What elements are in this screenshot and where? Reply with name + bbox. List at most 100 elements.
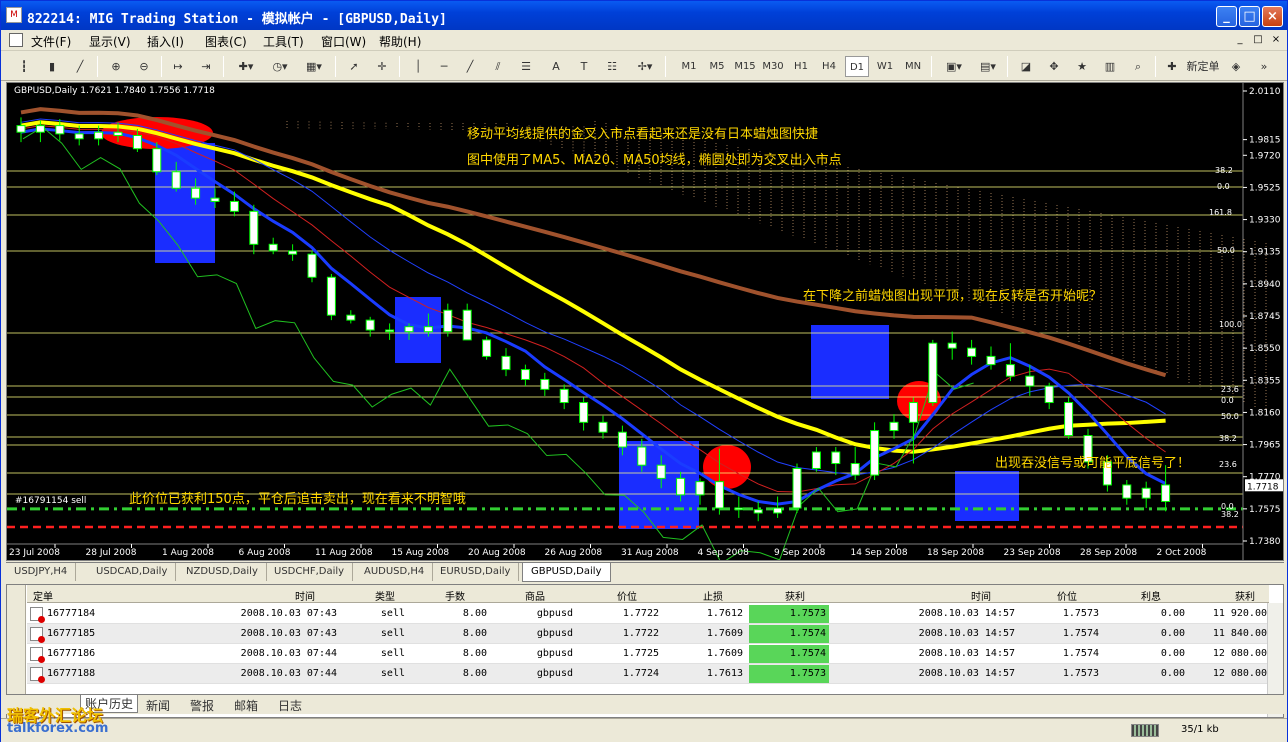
- navigator-icon[interactable]: ✥: [1043, 56, 1065, 77]
- price-chart[interactable]: 2.0110 1.9815 1.9720 1.9525 1.9330 1.9135 1.89…: [6, 82, 1284, 561]
- candle-body: [443, 309, 453, 333]
- chart-tabs: USDJPY,H4 USDCAD,Daily NZDUSD,Daily USDC…: [6, 562, 1284, 582]
- menu-chart[interactable]: 图表(C): [205, 33, 247, 50]
- auto-scroll-icon[interactable]: ↦: [167, 56, 189, 77]
- timeframe-m5[interactable]: M5: [705, 56, 729, 77]
- timeframe-mn[interactable]: MN: [901, 56, 925, 77]
- strategy-tester-icon[interactable]: ⌕: [1127, 56, 1149, 77]
- chart-shift-icon[interactable]: ⇥: [195, 56, 217, 77]
- table-cell: gbpusd: [536, 608, 573, 619]
- col-profit[interactable]: 获利: [1235, 588, 1255, 603]
- mdi-close-icon[interactable]: ×: [1269, 34, 1283, 47]
- col-stop-loss[interactable]: 止损: [703, 588, 723, 603]
- text-tool[interactable]: A: [545, 56, 567, 77]
- new-chart-icon[interactable]: ▣▾: [939, 56, 969, 77]
- favorites-icon[interactable]: ★: [1071, 56, 1093, 77]
- col-close-price[interactable]: 价位: [1057, 588, 1077, 603]
- maximize-button[interactable]: □: [1239, 6, 1260, 27]
- vertical-line-icon[interactable]: │: [407, 56, 429, 77]
- line-chart-icon[interactable]: ╱: [69, 56, 91, 77]
- zoom-out-icon[interactable]: ⊖: [133, 56, 155, 77]
- tab-usdchf[interactable]: USDCHF,Daily: [266, 563, 354, 581]
- table-row[interactable]: 16777184 2008.10.03 07:43 sell 8.00 gbpusd 1.…: [27, 604, 1269, 624]
- table-cell: gbpusd: [536, 648, 573, 659]
- col-order[interactable]: 定单: [33, 588, 53, 603]
- timeframe-m30[interactable]: M30: [761, 56, 785, 77]
- expert-advisors-icon[interactable]: ◈: [1225, 56, 1247, 77]
- equidistant-channel-icon[interactable]: ⫽: [487, 56, 509, 77]
- col-size[interactable]: 手数: [445, 588, 465, 603]
- periods-icon[interactable]: ◷▾: [265, 56, 295, 77]
- fib-timezone-icon[interactable]: ☷: [601, 56, 623, 77]
- col-close-time[interactable]: 时间: [971, 588, 991, 603]
- candle-body: [1005, 364, 1015, 377]
- col-symbol[interactable]: 商品: [525, 588, 545, 603]
- timeframe-h4[interactable]: H4: [817, 56, 841, 77]
- tab-journal[interactable]: 日志: [278, 697, 302, 714]
- fib-label: 100.0: [1219, 320, 1242, 329]
- tab-mailbox[interactable]: 邮箱: [234, 697, 258, 714]
- timeframe-m15[interactable]: M15: [733, 56, 757, 77]
- trendline-icon[interactable]: ╱: [459, 56, 481, 77]
- menu-window[interactable]: 窗口(W): [321, 33, 366, 50]
- table-row[interactable]: 16777185 2008.10.03 07:43 sell 8.00 gbpusd 1.…: [27, 624, 1269, 644]
- market-watch-icon[interactable]: ◪: [1015, 56, 1037, 77]
- toolbar-overflow-icon[interactable]: »: [1253, 56, 1275, 77]
- table-cell: 12 080.00: [1212, 648, 1267, 659]
- tab-nzdusd[interactable]: NZDUSD,Daily: [178, 563, 267, 581]
- menu-tools[interactable]: 工具(T): [263, 33, 304, 50]
- col-open-price[interactable]: 价位: [617, 588, 637, 603]
- timeframe-m1[interactable]: M1: [677, 56, 701, 77]
- col-type[interactable]: 类型: [375, 588, 395, 603]
- new-order-button[interactable]: 新定单: [1185, 56, 1221, 77]
- col-open-time[interactable]: 时间: [295, 588, 315, 603]
- tab-usdcad[interactable]: USDCAD,Daily: [88, 563, 177, 581]
- time-tick-label: 26 Aug 2008: [545, 548, 603, 558]
- fibonacci-icon[interactable]: ☰: [515, 56, 537, 77]
- price-tick-label: 1.8745: [1249, 312, 1281, 322]
- indicators-icon[interactable]: ✚▾: [231, 56, 261, 77]
- status-bar: 35/1 kb: [1, 718, 1287, 742]
- close-button[interactable]: ×: [1262, 6, 1283, 27]
- highlight-box: [955, 471, 1019, 521]
- tab-alerts[interactable]: 警报: [190, 697, 214, 714]
- time-tick-label: 11 Aug 2008: [315, 548, 373, 558]
- profiles-icon[interactable]: ▤▾: [973, 56, 1003, 77]
- menu-view[interactable]: 显示(V): [89, 33, 131, 50]
- table-cell: 12 080.00: [1212, 668, 1267, 679]
- table-row[interactable]: 16777188 2008.10.03 07:44 sell 8.00 gbpusd 1.…: [27, 664, 1269, 684]
- bar-chart-icon[interactable]: ┇: [13, 56, 35, 77]
- arrows-icon[interactable]: ✢▾: [631, 56, 659, 77]
- table-cell: 1.7609: [706, 648, 743, 659]
- timeframe-d1[interactable]: D1: [845, 56, 869, 77]
- tab-audusd[interactable]: AUDUSD,H4: [356, 563, 434, 581]
- cursor-icon[interactable]: ➚: [343, 56, 365, 77]
- menu-file[interactable]: 文件(F): [31, 33, 71, 50]
- mdi-restore-icon[interactable]: □: [1251, 34, 1265, 47]
- timeframe-h1[interactable]: H1: [789, 56, 813, 77]
- candle-body: [598, 421, 608, 433]
- tab-news[interactable]: 新闻: [146, 697, 170, 714]
- current-price-label: 1.7718: [1247, 482, 1279, 492]
- col-take-profit[interactable]: 获利: [785, 588, 805, 603]
- tab-eurusd[interactable]: EURUSD,Daily: [432, 563, 520, 581]
- tab-gbpusd[interactable]: GBPUSD,Daily: [522, 563, 611, 582]
- new-order-icon[interactable]: ✚: [1161, 56, 1183, 77]
- col-swap[interactable]: 利息: [1141, 588, 1161, 603]
- terminal-icon[interactable]: ▥: [1099, 56, 1121, 77]
- menu-insert[interactable]: 插入(I): [147, 33, 184, 50]
- menu-help[interactable]: 帮助(H): [379, 33, 421, 50]
- table-row[interactable]: 16777186 2008.10.03 07:44 sell 8.00 gbpusd 1.…: [27, 644, 1269, 664]
- candle-body: [792, 467, 802, 509]
- crosshair-icon[interactable]: ✛: [371, 56, 393, 77]
- label-tool[interactable]: T: [573, 56, 595, 77]
- zoom-in-icon[interactable]: ⊕: [105, 56, 127, 77]
- minimize-button[interactable]: _: [1216, 6, 1237, 27]
- table-cell: 1.7612: [706, 608, 743, 619]
- candlestick-icon[interactable]: ▮: [41, 56, 63, 77]
- mdi-minimize-icon[interactable]: _: [1233, 34, 1247, 47]
- horizontal-line-icon[interactable]: ─: [433, 56, 455, 77]
- timeframe-w1[interactable]: W1: [873, 56, 897, 77]
- templates-icon[interactable]: ▦▾: [299, 56, 329, 77]
- tab-usdjpy[interactable]: USDJPY,H4: [6, 563, 77, 581]
